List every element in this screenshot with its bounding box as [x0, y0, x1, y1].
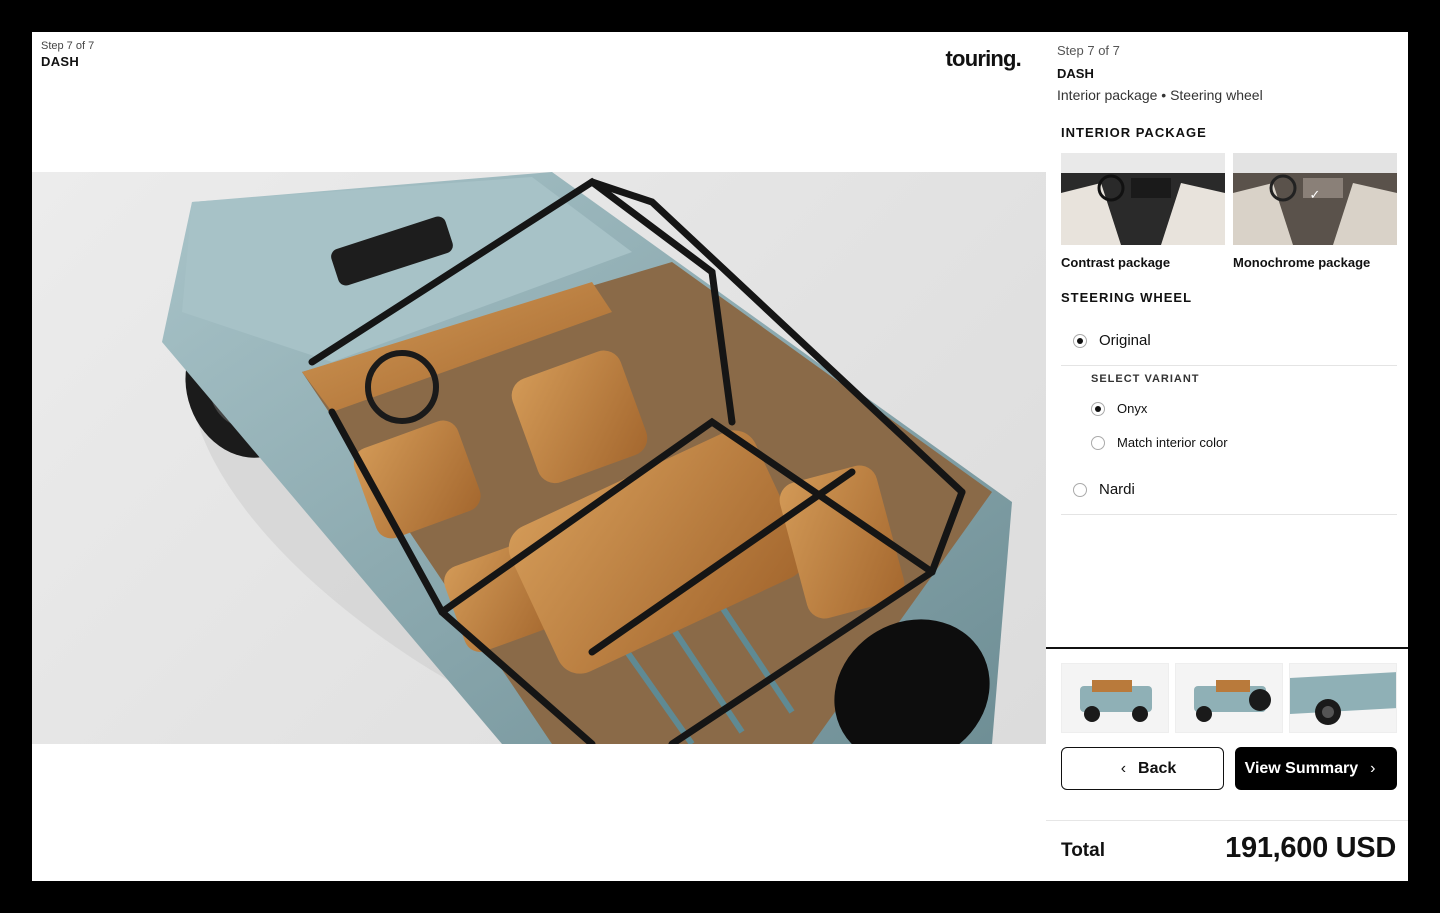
radio-selected-icon[interactable] [1091, 401, 1105, 416]
total-price: 191,600 USD [1225, 832, 1396, 864]
variant-option-onyx[interactable]: Onyx [1091, 401, 1147, 416]
contrast-package-image [1061, 153, 1225, 245]
options-panel: Step 7 of 7 DASH Interior package • Stee… [1046, 32, 1408, 881]
variant-option-label: Match interior color [1117, 435, 1228, 450]
interior-option-monochrome[interactable]: ✓ Monochrome package [1233, 153, 1397, 270]
view-summary-label: View Summary [1244, 759, 1359, 777]
steering-option-original[interactable]: Original [1061, 316, 1397, 366]
panel-step-indicator: Step 7 of 7 [1057, 43, 1120, 58]
radio-selected-icon[interactable] [1073, 333, 1087, 348]
chevron-right-icon: › [1370, 759, 1376, 777]
steering-option-label: Original [1099, 332, 1151, 349]
steering-option-nardi[interactable]: Nardi [1061, 465, 1397, 515]
vehicle-render[interactable] [32, 172, 1046, 744]
panel-subtitle: Interior package • Steering wheel [1057, 87, 1263, 103]
total-divider [1046, 820, 1408, 821]
monochrome-package-label: Monochrome package [1233, 255, 1371, 270]
view-summary-button[interactable]: View Summary › [1235, 747, 1397, 790]
variant-option-match-interior[interactable]: Match interior color [1091, 435, 1228, 450]
stage-title: DASH [41, 54, 80, 69]
variant-option-label: Onyx [1117, 401, 1148, 416]
radio-unselected-icon[interactable] [1073, 482, 1087, 497]
steering-option-label: Nardi [1099, 481, 1135, 498]
view-thumbnail-side[interactable] [1289, 663, 1397, 733]
brand-logo[interactable]: touring. [946, 46, 1022, 72]
view-thumbnail-rear[interactable] [1175, 663, 1283, 733]
panel-divider [1046, 647, 1408, 649]
back-button[interactable]: ‹ Back [1061, 747, 1224, 790]
contrast-package-label: Contrast package [1061, 255, 1171, 270]
panel-title: DASH [1057, 66, 1094, 81]
interior-option-contrast[interactable]: Contrast package [1061, 153, 1225, 270]
interior-package-heading: INTERIOR PACKAGE [1061, 125, 1207, 140]
configurator-stage: Step 7 of 7 DASH touring. [32, 32, 1046, 881]
total-label: Total [1061, 840, 1105, 861]
chevron-left-icon: ‹ [1120, 759, 1127, 777]
stage-step-indicator: Step 7 of 7 [41, 40, 95, 52]
app-window: Step 7 of 7 DASH touring. Step 7 of 7 DA… [32, 32, 1408, 881]
back-button-label: Back [1138, 759, 1177, 777]
radio-unselected-icon[interactable] [1091, 435, 1105, 450]
monochrome-package-image: ✓ [1233, 153, 1397, 245]
select-variant-heading: SELECT VARIANT [1091, 373, 1200, 385]
view-thumbnail-front[interactable] [1061, 663, 1169, 733]
steering-wheel-heading: STEERING WHEEL [1061, 290, 1193, 305]
vehicle-illustration [162, 172, 1012, 744]
checkmark-icon: ✓ [1309, 187, 1321, 203]
